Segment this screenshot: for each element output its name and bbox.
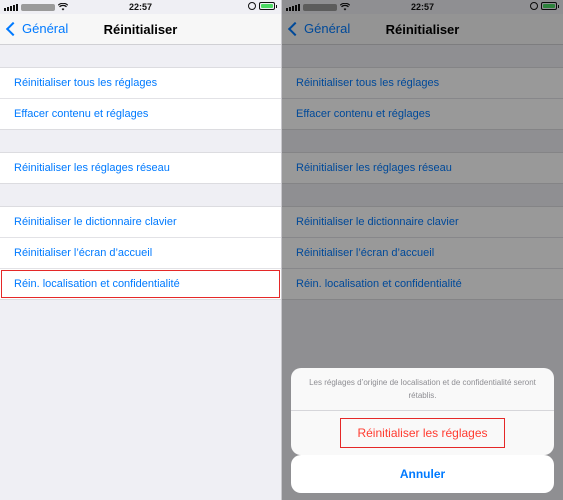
- screenshot: 22:57 Général Réinitialiser Réinitialise…: [0, 0, 563, 500]
- reset-home-screen[interactable]: Réinitialiser l’écran d’accueil: [0, 238, 281, 269]
- settings-screen-right: 22:57 Général Réinitialiser Réinitialise…: [282, 0, 563, 500]
- orientation-lock-icon: [248, 2, 256, 10]
- status-bar: 22:57: [0, 0, 281, 14]
- settings-group-2: Réinitialiser les réglages réseau: [0, 152, 281, 184]
- clock: 22:57: [128, 2, 153, 12]
- settings-group-1: Réinitialiser tous les réglages Effacer …: [0, 67, 281, 130]
- reset-all-settings[interactable]: Réinitialiser tous les réglages: [0, 68, 281, 99]
- cancel-button[interactable]: Annuler: [291, 455, 554, 493]
- reset-keyboard-dictionary[interactable]: Réinitialiser le dictionnaire clavier: [0, 207, 281, 238]
- settings-group-3: Réinitialiser le dictionnaire clavier Ré…: [0, 206, 281, 300]
- cancel-label: Annuler: [399, 467, 446, 481]
- erase-content-settings[interactable]: Effacer contenu et réglages: [0, 99, 281, 129]
- battery-icon: [259, 2, 277, 10]
- action-sheet-message: Les réglages d’origine de localisation e…: [291, 368, 554, 411]
- reset-location-privacy[interactable]: Réin. localisation et confidentialité: [0, 269, 281, 299]
- reset-network-settings[interactable]: Réinitialiser les réglages réseau: [0, 153, 281, 183]
- navigation-bar: Général Réinitialiser: [0, 14, 281, 45]
- settings-screen-left: 22:57 Général Réinitialiser Réinitialise…: [0, 0, 281, 500]
- confirm-reset-button[interactable]: Réinitialiser les réglages: [340, 418, 505, 448]
- page-title: Réinitialiser: [103, 22, 178, 37]
- action-sheet: Les réglages d’origine de localisation e…: [291, 368, 554, 455]
